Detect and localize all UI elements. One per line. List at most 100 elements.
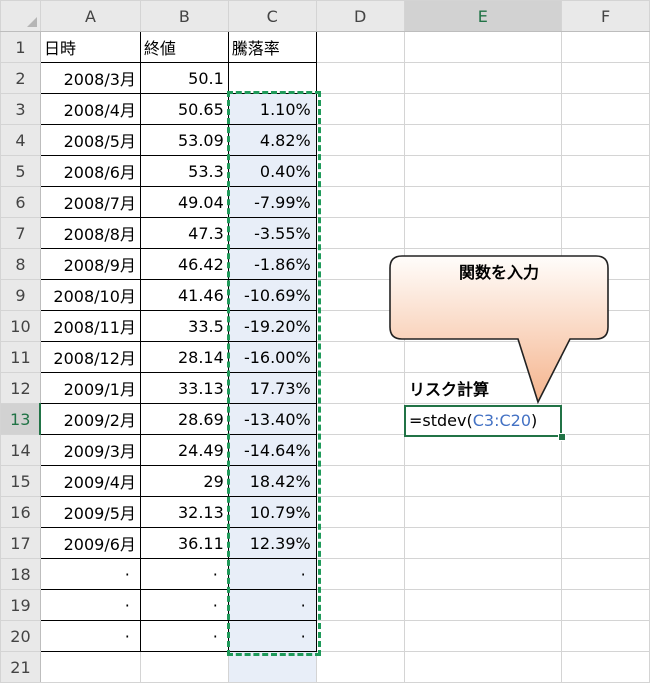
cell-f14[interactable] (561, 434, 650, 466)
row-header[interactable]: 9 (0, 279, 41, 311)
cell-a1[interactable]: 日時 (39, 31, 141, 63)
row-header[interactable]: 4 (0, 124, 41, 156)
cell-e1[interactable] (403, 31, 563, 63)
cell-f21[interactable] (561, 651, 650, 683)
cell-c6[interactable]: -7.99% (227, 186, 317, 218)
row-header[interactable]: 10 (0, 310, 41, 342)
cell-d3[interactable] (315, 93, 405, 125)
cell-e2[interactable] (403, 62, 563, 94)
cell-e7[interactable] (403, 217, 563, 249)
cell-c16[interactable]: 10.79% (227, 496, 317, 528)
cell-c15[interactable]: 18.42% (227, 465, 317, 497)
cell-b3[interactable]: 50.65 (139, 93, 229, 125)
cell-a8[interactable]: 2008/9月 (39, 248, 141, 280)
row-header[interactable]: 19 (0, 589, 41, 621)
cell-b7[interactable]: 47.3 (139, 217, 229, 249)
row-header[interactable]: 15 (0, 465, 41, 497)
cell-f7[interactable] (561, 217, 650, 249)
cell-b2[interactable]: 50.1 (139, 62, 229, 94)
cell-c18[interactable]: · (227, 558, 317, 590)
cell-b15[interactable]: 29 (139, 465, 229, 497)
row-header[interactable]: 14 (0, 434, 41, 466)
cell-e6[interactable] (403, 186, 563, 218)
cell-b21[interactable] (139, 651, 229, 683)
column-header-f[interactable]: F (561, 0, 650, 32)
column-header-b[interactable]: B (139, 0, 229, 32)
cell-a16[interactable]: 2009/5月 (39, 496, 141, 528)
cell-c8[interactable]: -1.86% (227, 248, 317, 280)
cell-b17[interactable]: 36.11 (139, 527, 229, 559)
cell-e5[interactable] (403, 155, 563, 187)
cell-a7[interactable]: 2008/8月 (39, 217, 141, 249)
cell-c2[interactable] (227, 62, 317, 94)
cell-f20[interactable] (561, 620, 650, 652)
cell-f1[interactable] (561, 31, 650, 63)
cell-a11[interactable]: 2008/12月 (39, 341, 141, 373)
row-header[interactable]: 13 (0, 403, 42, 435)
cell-f8[interactable] (561, 248, 650, 280)
cell-d17[interactable] (315, 527, 405, 559)
cell-b6[interactable]: 49.04 (139, 186, 229, 218)
row-header[interactable]: 17 (0, 527, 41, 559)
cell-a13[interactable]: 2009/2月 (39, 403, 141, 435)
cell-f11[interactable] (561, 341, 650, 373)
cell-b8[interactable]: 46.42 (139, 248, 229, 280)
cell-d12[interactable] (315, 372, 405, 404)
row-header[interactable]: 16 (0, 496, 41, 528)
cell-f5[interactable] (561, 155, 650, 187)
cell-b5[interactable]: 53.3 (139, 155, 229, 187)
cell-d19[interactable] (315, 589, 405, 621)
cell-d5[interactable] (315, 155, 405, 187)
cell-b16[interactable]: 32.13 (139, 496, 229, 528)
cell-b4[interactable]: 53.09 (139, 124, 229, 156)
cell-f3[interactable] (561, 93, 650, 125)
cell-f16[interactable] (561, 496, 650, 528)
column-header-d[interactable]: D (315, 0, 405, 32)
cell-e19[interactable] (403, 589, 563, 621)
cell-d9[interactable] (315, 279, 405, 311)
cell-d2[interactable] (315, 62, 405, 94)
row-header[interactable]: 21 (0, 651, 41, 683)
cell-a5[interactable]: 2008/6月 (39, 155, 141, 187)
cell-b20[interactable]: · (139, 620, 229, 652)
cell-a9[interactable]: 2008/10月 (39, 279, 141, 311)
cell-d14[interactable] (315, 434, 405, 466)
cell-c9[interactable]: -10.69% (227, 279, 317, 311)
cell-e20[interactable] (403, 620, 563, 652)
cell-b13[interactable]: 28.69 (139, 403, 229, 435)
row-header[interactable]: 1 (0, 31, 41, 63)
column-header-c[interactable]: C (227, 0, 317, 32)
cell-e14[interactable] (403, 434, 563, 466)
cell-c19[interactable]: · (227, 589, 317, 621)
column-header-e[interactable]: E (403, 0, 563, 32)
cell-d15[interactable] (315, 465, 405, 497)
cell-a17[interactable]: 2009/6月 (39, 527, 141, 559)
cell-d6[interactable] (315, 186, 405, 218)
row-header[interactable]: 11 (0, 341, 41, 373)
row-header[interactable]: 20 (0, 620, 41, 652)
cell-e10[interactable] (403, 310, 563, 342)
row-header[interactable]: 7 (0, 217, 41, 249)
cell-e4[interactable] (403, 124, 563, 156)
cell-f13[interactable] (561, 403, 650, 435)
cell-d1[interactable] (315, 31, 405, 63)
cell-c10[interactable]: -19.20% (227, 310, 317, 342)
cell-b18[interactable]: · (139, 558, 229, 590)
cell-a4[interactable]: 2008/5月 (39, 124, 141, 156)
cell-c14[interactable]: -14.64% (227, 434, 317, 466)
cell-b11[interactable]: 28.14 (139, 341, 229, 373)
cell-a15[interactable]: 2009/4月 (39, 465, 141, 497)
cell-c7[interactable]: -3.55% (227, 217, 317, 249)
select-all-corner[interactable] (0, 0, 40, 30)
cell-e17[interactable] (403, 527, 563, 559)
cell-a3[interactable]: 2008/4月 (39, 93, 141, 125)
cell-e16[interactable] (403, 496, 563, 528)
cell-a10[interactable]: 2008/11月 (39, 310, 141, 342)
cell-c17[interactable]: 12.39% (227, 527, 317, 559)
active-cell-e13[interactable]: =stdev(C3:C20) (404, 405, 562, 437)
cell-d18[interactable] (315, 558, 405, 590)
cell-a19[interactable]: · (39, 589, 141, 621)
cell-e15[interactable] (403, 465, 563, 497)
cell-a2[interactable]: 2008/3月 (39, 62, 141, 94)
cell-a12[interactable]: 2009/1月 (39, 372, 141, 404)
